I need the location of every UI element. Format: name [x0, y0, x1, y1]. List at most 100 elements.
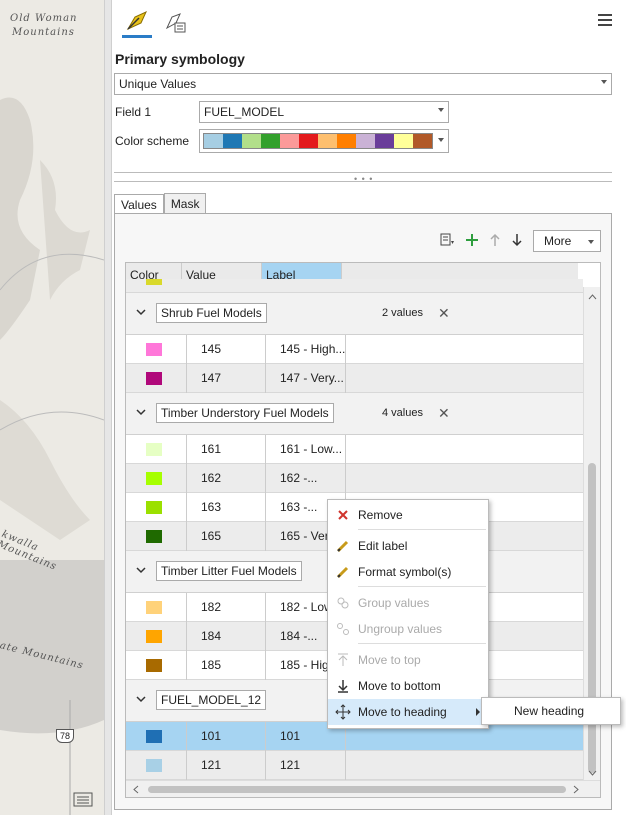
group-heading-row[interactable]: Timber Understory Fuel Models 4 values ✕: [126, 393, 583, 435]
horizontal-scroll-thumb[interactable]: [148, 786, 566, 793]
color-scheme-swatch: [394, 134, 413, 148]
menu-item-move-to-heading[interactable]: Move to heading: [328, 699, 488, 725]
symbol-swatch[interactable]: [146, 759, 162, 772]
close-icon[interactable]: ✕: [438, 405, 450, 422]
primary-symbology-tab-icon[interactable]: [122, 6, 152, 38]
field1-select[interactable]: FUEL_MODEL: [199, 101, 449, 123]
color-scheme-swatch: [204, 134, 223, 148]
field1-value: FUEL_MODEL: [204, 105, 285, 119]
value-cell[interactable]: 145: [186, 335, 266, 364]
table-row[interactable]: 145 145 - High...: [126, 335, 583, 364]
table-row[interactable]: 162 162 -...: [126, 464, 583, 493]
symbol-swatch[interactable]: [146, 730, 162, 743]
renderer-select[interactable]: Unique Values: [114, 73, 612, 95]
symbol-swatch[interactable]: [146, 659, 162, 672]
group-heading-label[interactable]: FUEL_MODEL_12: [156, 690, 267, 710]
move-to-bottom-icon: [328, 679, 358, 693]
table-row[interactable]: 161 161 - Low...: [126, 435, 583, 464]
chevron-down-icon[interactable]: [136, 306, 146, 320]
value-cell[interactable]: 101: [186, 722, 266, 751]
legend-icon[interactable]: [72, 790, 94, 808]
menu-icon[interactable]: [598, 14, 612, 29]
menu-item-group-values[interactable]: Group values: [328, 590, 488, 616]
value-cell[interactable]: 147: [186, 364, 266, 393]
chevron-right-icon: [476, 708, 480, 716]
more-button[interactable]: More: [533, 230, 601, 252]
chevron-down-icon: [438, 108, 444, 112]
color-scheme-swatch: [375, 134, 394, 148]
value-cell[interactable]: 185: [186, 651, 266, 680]
vertical-scroll-thumb[interactable]: [588, 463, 596, 773]
value-cell[interactable]: 184: [186, 622, 266, 651]
add-value-icon[interactable]: [465, 233, 479, 250]
renderer-value: Unique Values: [119, 77, 197, 91]
tab-mask[interactable]: Mask: [163, 193, 207, 214]
chevron-down-icon[interactable]: [136, 693, 146, 707]
horizontal-scrollbar[interactable]: [126, 780, 600, 797]
close-icon[interactable]: ✕: [438, 305, 450, 322]
road-shield: 78: [56, 729, 74, 743]
value-cell[interactable]: 121: [186, 751, 266, 780]
add-all-values-icon[interactable]: [439, 232, 455, 251]
color-scheme-label: Color scheme: [115, 134, 190, 148]
move-to-top-icon: [328, 653, 358, 667]
move-up-icon[interactable]: [489, 233, 501, 250]
color-scheme-swatch: [413, 134, 432, 148]
ungroup-values-icon: [328, 622, 358, 636]
color-scheme-swatch: [261, 134, 280, 148]
page-title: Primary symbology: [115, 51, 245, 67]
submenu-new-heading[interactable]: New heading: [481, 697, 621, 725]
move-down-icon[interactable]: [511, 233, 523, 250]
menu-item-move-to-top[interactable]: Move to top: [328, 647, 488, 673]
symbol-swatch[interactable]: [146, 501, 162, 514]
pane-splitter[interactable]: [104, 0, 112, 815]
tab-values[interactable]: Values: [114, 194, 164, 215]
context-menu: Remove Edit label Format symbol(s) Group…: [327, 499, 489, 729]
label-cell[interactable]: 121: [266, 751, 346, 780]
label-cell[interactable]: 161 - Low...: [266, 435, 346, 464]
menu-item-edit-label[interactable]: Edit label: [328, 533, 488, 559]
color-scheme-swatch: [242, 134, 261, 148]
symbol-swatch[interactable]: [146, 279, 162, 285]
symbol-swatch[interactable]: [146, 630, 162, 643]
symbol-swatch[interactable]: [146, 443, 162, 456]
symbol-swatch[interactable]: [146, 530, 162, 543]
symbol-layers-tab-icon[interactable]: [160, 6, 190, 38]
value-cell[interactable]: 161: [186, 435, 266, 464]
menu-item-format-symbols[interactable]: Format symbol(s): [328, 559, 488, 585]
symbol-swatch[interactable]: [146, 472, 162, 485]
group-heading-label[interactable]: Shrub Fuel Models: [156, 303, 267, 323]
section-splitter[interactable]: • • •: [114, 172, 612, 184]
group-heading-label[interactable]: Timber Litter Fuel Models: [156, 561, 302, 581]
map-terrain: [0, 97, 104, 815]
color-scheme-swatch: [318, 134, 337, 148]
pencil-icon: [328, 539, 358, 553]
table-row[interactable]: 147 147 - Very...: [126, 364, 583, 393]
label-cell[interactable]: 147 - Very...: [266, 364, 346, 393]
value-cell[interactable]: 165: [186, 522, 266, 551]
chevron-down-icon: [588, 240, 594, 244]
map-view[interactable]: Old Woman Mountains kwalla Mountains ate…: [0, 0, 104, 815]
table-row[interactable]: [126, 279, 583, 293]
symbol-swatch[interactable]: [146, 343, 162, 356]
group-heading-label[interactable]: Timber Understory Fuel Models: [156, 403, 334, 423]
chevron-down-icon[interactable]: [136, 406, 146, 420]
group-value-count: 4 values: [382, 407, 423, 419]
group-heading-row[interactable]: Shrub Fuel Models 2 values ✕: [126, 293, 583, 335]
color-scheme-swatch: [356, 134, 375, 148]
symbol-swatch[interactable]: [146, 601, 162, 614]
group-value-count: 2 values: [382, 307, 423, 319]
table-row[interactable]: 121 121: [126, 751, 583, 780]
color-scheme-select[interactable]: [199, 129, 449, 153]
menu-item-ungroup-values[interactable]: Ungroup values: [328, 616, 488, 642]
label-cell[interactable]: 162 -...: [266, 464, 346, 493]
symbol-swatch[interactable]: [146, 372, 162, 385]
menu-item-remove[interactable]: Remove: [328, 502, 488, 528]
label-cell[interactable]: 145 - High...: [266, 335, 346, 364]
move-arrows-icon: [328, 704, 358, 720]
chevron-down-icon[interactable]: [136, 564, 146, 578]
value-cell[interactable]: 182: [186, 593, 266, 622]
menu-item-move-to-bottom[interactable]: Move to bottom: [328, 673, 488, 699]
value-cell[interactable]: 163: [186, 493, 266, 522]
value-cell[interactable]: 162: [186, 464, 266, 493]
